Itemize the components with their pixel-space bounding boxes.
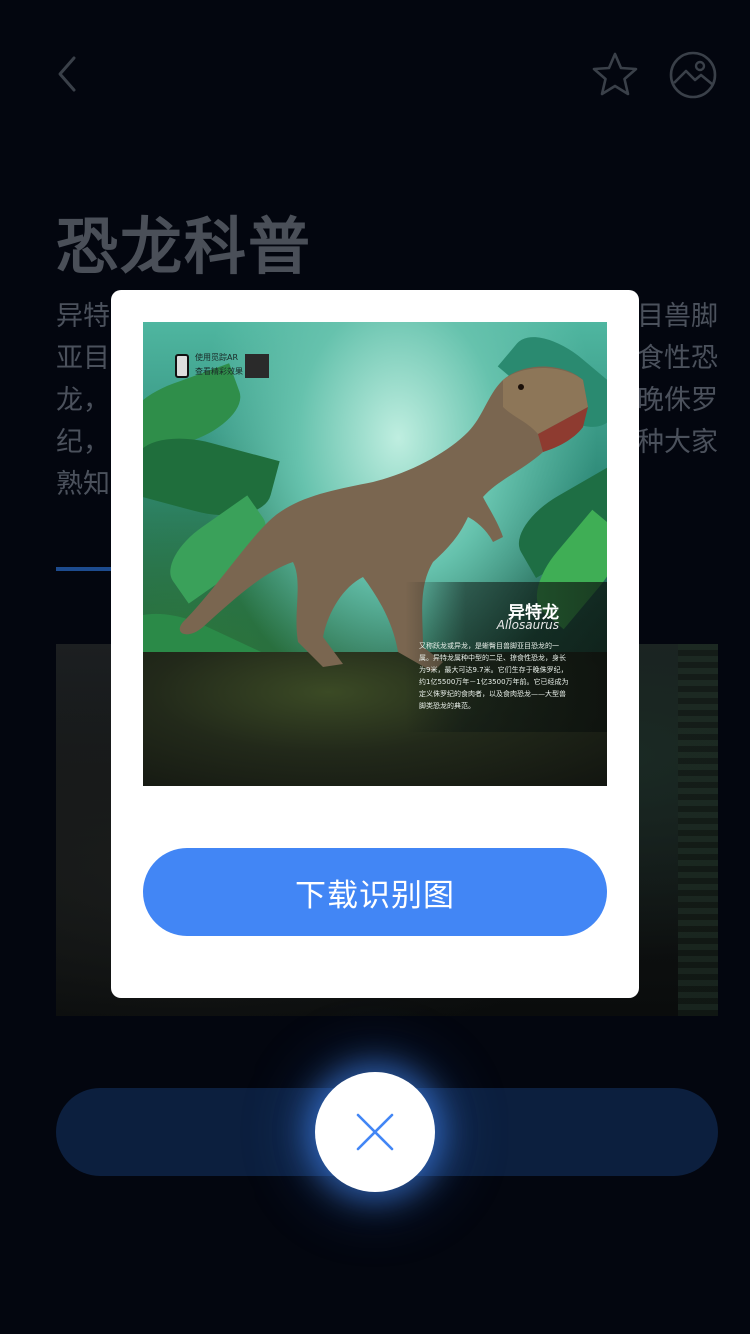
download-button[interactable]: 下载识别图 bbox=[143, 848, 607, 936]
dino-description: 又称跃龙或异龙，是蜥臀目兽脚亚目恐龙的一属。异特龙属种中型的二足、掠食性恐龙，身… bbox=[419, 642, 569, 710]
close-icon bbox=[356, 1113, 394, 1151]
close-button[interactable] bbox=[315, 1072, 435, 1192]
dino-latin-name: Allosaurus bbox=[496, 618, 559, 632]
download-marker-modal: 使用觅踪AR 查看精彩效果 异特龙 Allosaurus 又称跃龙或异龙，是蜥臀… bbox=[111, 290, 639, 998]
phone-icon bbox=[175, 354, 189, 378]
qr-code bbox=[245, 354, 269, 378]
marker-image: 使用觅踪AR 查看精彩效果 异特龙 Allosaurus 又称跃龙或异龙，是蜥臀… bbox=[143, 322, 607, 786]
